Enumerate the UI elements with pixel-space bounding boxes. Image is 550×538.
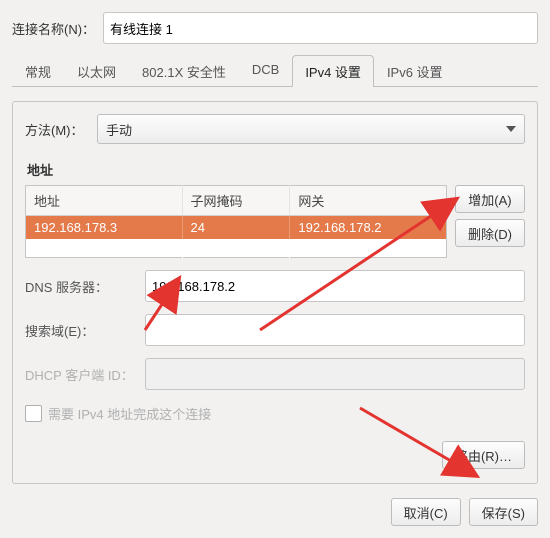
- cancel-button[interactable]: 取消(C): [391, 498, 461, 526]
- add-button[interactable]: 增加(A): [455, 185, 525, 213]
- method-select[interactable]: 手动: [97, 114, 525, 144]
- cell-address[interactable]: 192.168.178.3: [26, 216, 183, 240]
- tab-general[interactable]: 常规: [12, 55, 64, 87]
- save-button[interactable]: 保存(S): [469, 498, 538, 526]
- table-row[interactable]: 192.168.178.3 24 192.168.178.2: [26, 216, 447, 240]
- dhcp-client-id-input: [145, 358, 525, 390]
- require-ipv4-label: 需要 IPv4 地址完成这个连接: [48, 404, 211, 423]
- tab-bar: 常规 以太网 802.1X 安全性 DCB IPv4 设置 IPv6 设置: [12, 54, 538, 87]
- method-value: 手动: [106, 120, 132, 139]
- addresses-title: 地址: [27, 160, 525, 179]
- col-gateway[interactable]: 网关: [290, 186, 447, 216]
- search-domain-input[interactable]: [145, 314, 525, 346]
- tab-8021x[interactable]: 802.1X 安全性: [129, 55, 239, 87]
- routes-button[interactable]: 路由(R)…: [442, 441, 525, 469]
- address-table[interactable]: 地址 子网掩码 网关 192.168.178.3 24 192.168.178.…: [25, 185, 447, 258]
- require-ipv4-checkbox[interactable]: [25, 405, 42, 422]
- table-row-empty: [26, 239, 447, 258]
- method-label: 方法(M)：: [25, 120, 97, 139]
- delete-button[interactable]: 删除(D): [455, 219, 525, 247]
- dhcp-client-id-label: DHCP 客户端 ID：: [25, 365, 145, 384]
- connection-name-input[interactable]: [103, 12, 538, 44]
- chevron-down-icon: [506, 126, 516, 132]
- connection-name-label: 连接名称(N)：: [12, 19, 95, 38]
- dns-input[interactable]: [145, 270, 525, 302]
- cell-gateway[interactable]: 192.168.178.2: [290, 216, 447, 240]
- tab-ipv6[interactable]: IPv6 设置: [374, 55, 456, 87]
- col-address[interactable]: 地址: [26, 186, 183, 216]
- ipv4-pane: 方法(M)： 手动 地址 地址 子网掩码 网关 192.168.178.3: [12, 101, 538, 484]
- tab-ethernet[interactable]: 以太网: [64, 55, 129, 87]
- col-netmask[interactable]: 子网掩码: [182, 186, 290, 216]
- tab-ipv4[interactable]: IPv4 设置: [292, 55, 374, 87]
- tab-dcb[interactable]: DCB: [239, 55, 292, 87]
- search-domain-label: 搜索域(E)：: [25, 321, 145, 340]
- cell-netmask[interactable]: 24: [182, 216, 290, 240]
- dns-label: DNS 服务器：: [25, 277, 145, 296]
